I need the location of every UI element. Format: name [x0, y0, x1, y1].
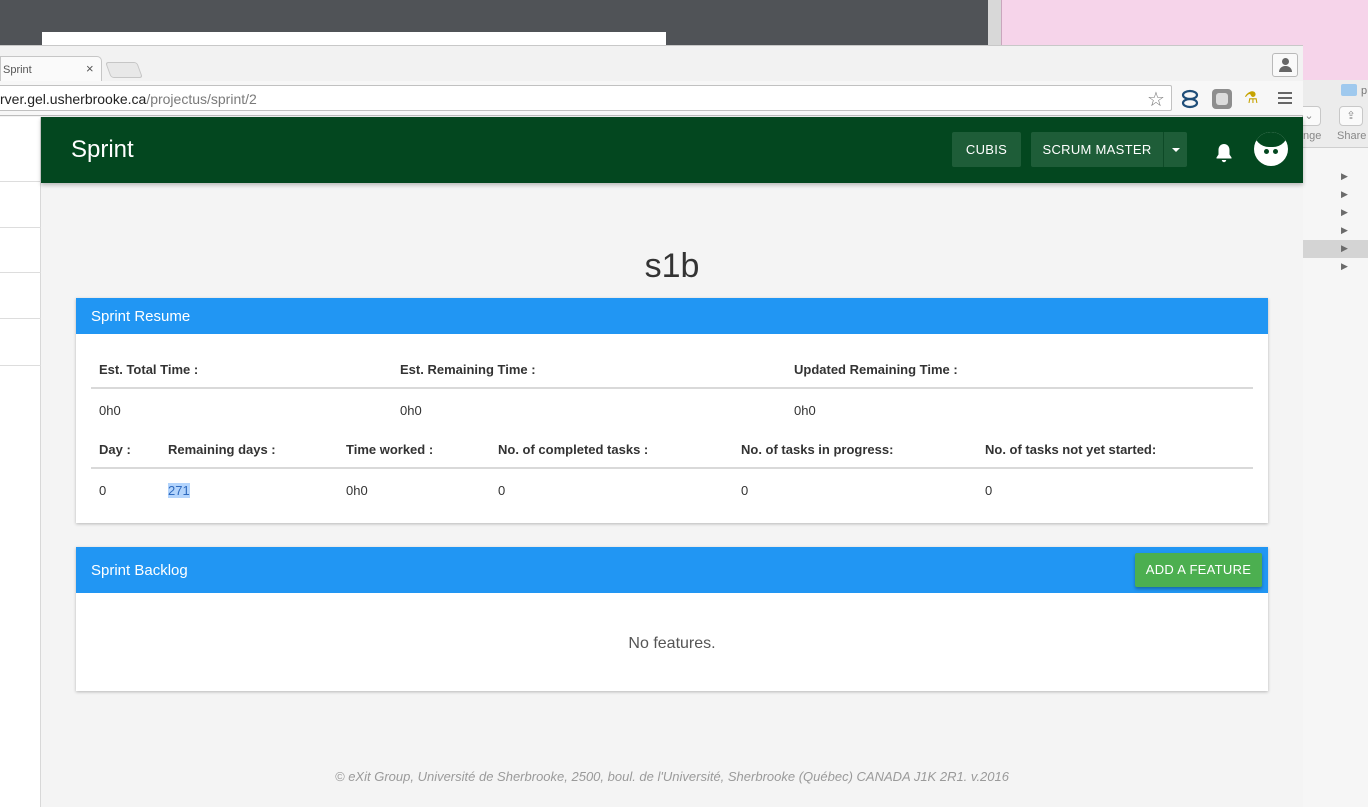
sprint-backlog-card: Sprint Backlog ADD A FEATURE No features… [76, 547, 1268, 691]
page-title: s1b [644, 247, 700, 285]
previous-page-sliver [0, 117, 41, 807]
remaining-days-value: 271 [168, 483, 190, 498]
tasks-in-progress-value: 0 [741, 483, 749, 498]
completed-tasks-label: No. of completed tasks : [498, 442, 649, 457]
tasks-not-started-label: No. of tasks not yet started: [985, 442, 1157, 457]
url-path: /projectus/sprint/2 [146, 91, 257, 107]
day-value: 0 [99, 483, 107, 498]
completed-tasks-value: 0 [498, 483, 506, 498]
disclosure-triangle-icon[interactable]: ▶ [1341, 189, 1348, 200]
est-remaining-time-value: 0h0 [400, 403, 422, 418]
divider [91, 387, 1253, 389]
finder-row[interactable]: ▶ [1303, 222, 1368, 240]
finder-window: p ⌄ ⇪ nge Share ▶ ▶ ▶ ▶ ▶ ▶ [1297, 80, 1368, 807]
background-sheet [42, 32, 666, 46]
divider [0, 365, 41, 366]
share-button[interactable]: ⇪ [1339, 106, 1363, 126]
disclosure-triangle-icon[interactable]: ▶ [1341, 261, 1348, 272]
bell-icon[interactable] [1212, 141, 1236, 165]
remaining-days-label: Remaining days : [168, 442, 276, 457]
extension-square-icon[interactable] [1212, 89, 1232, 109]
time-worked-value: 0h0 [346, 483, 368, 498]
sprint-backlog-header: Sprint Backlog ADD A FEATURE [76, 547, 1268, 593]
finder-toolbar: p ⌄ ⇪ nge Share [1297, 80, 1368, 148]
tab-strip: Sprint × [0, 45, 1303, 82]
finder-label-arrange: nge [1303, 130, 1322, 142]
menu-icon[interactable] [1278, 92, 1292, 104]
new-tab-button[interactable] [105, 62, 143, 78]
app-title[interactable]: Sprint [71, 136, 134, 164]
url-text: rver.gel.usherbrooke.ca/projectus/sprint… [0, 91, 257, 107]
finder-row[interactable]: ▶ [1303, 168, 1368, 186]
footer-text: © eXit Group, Université de Sherbrooke, … [335, 769, 1009, 784]
finder-row[interactable]: ▶ [1303, 186, 1368, 204]
finder-row[interactable]: ▶ [1303, 204, 1368, 222]
star-icon[interactable]: ☆ [1147, 87, 1165, 112]
disclosure-triangle-icon[interactable]: ▶ [1341, 171, 1348, 182]
time-worked-label: Time worked : [346, 442, 434, 457]
app-bar: Sprint CUBIS SCRUM MASTER [41, 117, 1303, 183]
sprint-backlog-title: Sprint Backlog [91, 562, 188, 579]
finder-row-selected[interactable]: ▶ [1303, 240, 1368, 258]
updated-remaining-time-value: 0h0 [794, 403, 816, 418]
caret-down-icon[interactable] [1163, 132, 1187, 167]
divider [0, 227, 41, 228]
sprint-resume-title: Sprint Resume [91, 308, 191, 325]
app-page: Sprint CUBIS SCRUM MASTER s1b Sprint Res… [41, 117, 1303, 807]
url-host: rver.gel.usherbrooke.ca [0, 91, 147, 107]
project-button[interactable]: CUBIS [952, 132, 1021, 167]
folder-icon [1341, 84, 1357, 96]
est-total-time-label: Est. Total Time : [99, 362, 199, 377]
divider [0, 272, 41, 273]
tab-title: Sprint [3, 64, 32, 76]
finder-folder-label: p [1361, 85, 1368, 97]
extension-flask-icon[interactable]: ⚗ [1244, 89, 1264, 109]
address-bar[interactable]: rver.gel.usherbrooke.ca/projectus/sprint… [0, 85, 1172, 111]
browser-toolbar: rver.gel.usherbrooke.ca/projectus/sprint… [0, 81, 1303, 116]
disclosure-triangle-icon[interactable]: ▶ [1341, 225, 1348, 236]
role-button[interactable]: SCRUM MASTER [1031, 132, 1163, 167]
finder-label-share: Share [1337, 130, 1367, 142]
day-label: Day : [99, 442, 131, 457]
browser-window: Sprint × rver.gel.usherbrooke.ca/project… [0, 45, 1303, 807]
sprint-resume-header: Sprint Resume [76, 298, 1268, 334]
updated-remaining-time-label: Updated Remaining Time : [794, 362, 958, 377]
divider [0, 318, 41, 319]
divider [0, 181, 41, 182]
finder-row[interactable]: ▶ [1303, 258, 1368, 276]
est-remaining-time-label: Est. Remaining Time : [400, 362, 536, 377]
tasks-in-progress-label: No. of tasks in progress: [741, 442, 894, 457]
avatar[interactable] [1254, 132, 1288, 166]
est-total-time-value: 0h0 [99, 403, 121, 418]
divider [91, 467, 1253, 469]
disclosure-triangle-icon[interactable]: ▶ [1341, 243, 1348, 254]
extension-s-icon[interactable] [1180, 89, 1200, 109]
tab-close-icon[interactable]: × [86, 61, 94, 76]
empty-state-text: No features. [628, 635, 716, 652]
add-feature-button[interactable]: ADD A FEATURE [1135, 553, 1262, 587]
profile-icon[interactable] [1272, 53, 1298, 77]
sprint-resume-card: Sprint Resume Est. Total Time : Est. Rem… [76, 298, 1268, 523]
tasks-not-started-value: 0 [985, 483, 993, 498]
browser-tab[interactable]: Sprint × [0, 56, 102, 82]
disclosure-triangle-icon[interactable]: ▶ [1341, 207, 1348, 218]
